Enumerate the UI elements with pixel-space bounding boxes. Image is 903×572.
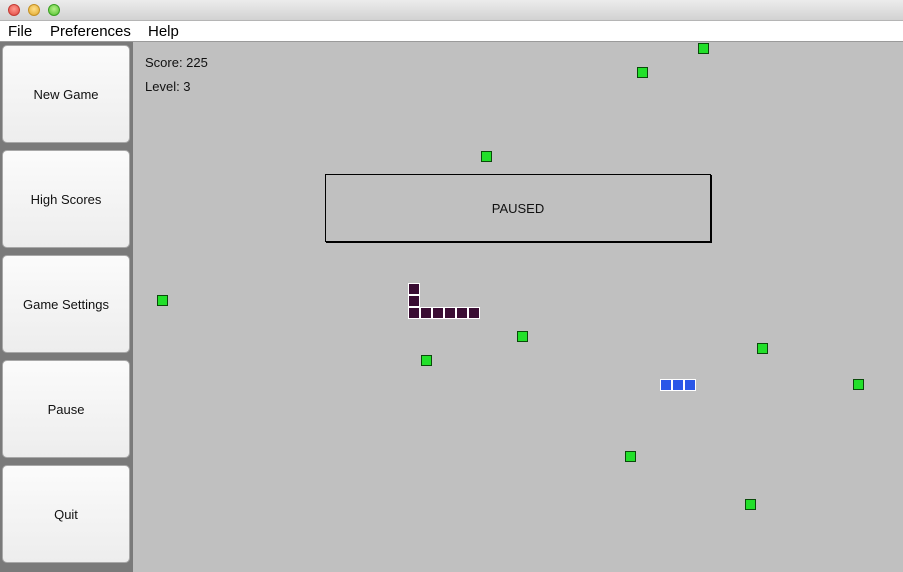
food-pellet (698, 43, 709, 54)
food-pellet (625, 451, 636, 462)
food-pellet (745, 499, 756, 510)
player-snake-segment (408, 307, 420, 319)
player-snake-segment (408, 283, 420, 295)
zoom-window-icon[interactable] (48, 4, 60, 16)
rival-snake-segment (660, 379, 672, 391)
player-snake-segment (420, 307, 432, 319)
close-window-icon[interactable] (8, 4, 20, 16)
pause-button[interactable]: Pause (2, 360, 130, 458)
player-snake-segment (444, 307, 456, 319)
level-label: Level: 3 (145, 79, 191, 94)
menu-help[interactable]: Help (148, 22, 179, 41)
menu-bar: File Preferences Help (0, 21, 903, 42)
game-settings-button[interactable]: Game Settings (2, 255, 130, 353)
sidebar: New Game High Scores Game Settings Pause… (0, 42, 133, 572)
player-snake-segment (468, 307, 480, 319)
window-titlebar (0, 0, 903, 21)
high-scores-button[interactable]: High Scores (2, 150, 130, 248)
quit-button[interactable]: Quit (2, 465, 130, 563)
food-pellet (157, 295, 168, 306)
player-snake-segment (408, 295, 420, 307)
menu-preferences[interactable]: Preferences (50, 22, 131, 41)
minimize-window-icon[interactable] (28, 4, 40, 16)
player-snake-segment (432, 307, 444, 319)
food-pellet (481, 151, 492, 162)
food-pellet (757, 343, 768, 354)
rival-snake-segment (672, 379, 684, 391)
rival-snake-segment (684, 379, 696, 391)
menu-file[interactable]: File (8, 22, 32, 41)
paused-overlay: PAUSED (325, 174, 711, 242)
score-label: Score: 225 (145, 55, 208, 70)
food-pellet (637, 67, 648, 78)
food-pellet (517, 331, 528, 342)
food-pellet (421, 355, 432, 366)
player-snake-segment (456, 307, 468, 319)
game-board[interactable]: Score: 225 Level: 3 PAUSED (133, 42, 903, 572)
new-game-button[interactable]: New Game (2, 45, 130, 143)
food-pellet (853, 379, 864, 390)
